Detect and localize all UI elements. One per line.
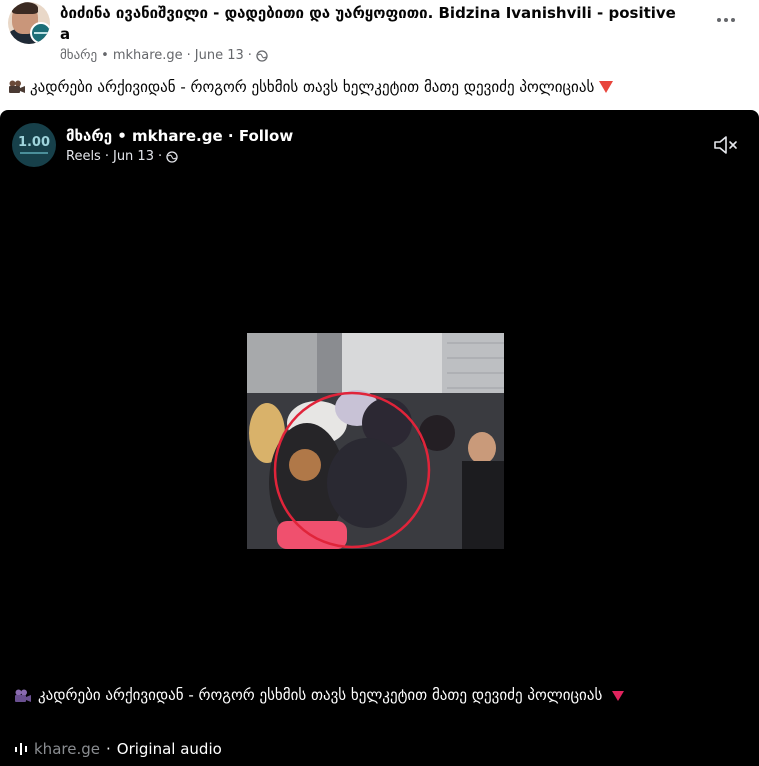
audio-info[interactable]: khare.ge · Original audio bbox=[14, 740, 222, 758]
speaker-muted-icon[interactable] bbox=[713, 134, 739, 156]
post-title[interactable]: ბიძინა ივანიშვილი - დადებითი და უარყოფით… bbox=[60, 3, 680, 45]
reel-account-name[interactable]: მხარე • mkhare.ge bbox=[66, 127, 223, 145]
movie-camera-icon bbox=[15, 689, 31, 702]
reel-date[interactable]: Jun 13 bbox=[113, 149, 154, 164]
post-source[interactable]: mkhare.ge bbox=[113, 48, 183, 63]
reel-account-line: მხარე • mkhare.ge · Follow bbox=[66, 127, 294, 145]
more-icon bbox=[717, 18, 721, 22]
reel-meta: Reels · Jun 13 · bbox=[66, 149, 178, 164]
follow-button[interactable]: Follow bbox=[239, 127, 293, 145]
post-meta: მხარე • mkhare.ge · June 13 · bbox=[60, 48, 268, 63]
post-caption-text: კადრები არქივიდან - როგორ ესხმის თავს ხე… bbox=[30, 78, 595, 96]
video-frame[interactable] bbox=[247, 333, 504, 549]
video-thumbnail bbox=[247, 333, 504, 549]
post-date[interactable]: June 13 bbox=[195, 48, 244, 63]
reel-caption: კადრები არქივიდან - როგორ ესხმის თავს ხე… bbox=[14, 683, 654, 707]
page-badge-icon bbox=[30, 22, 50, 44]
reel-avatar[interactable]: 1.00 bbox=[12, 123, 56, 167]
reel-player[interactable]: 1.00 მხარე • mkhare.ge · Follow Reels · … bbox=[0, 110, 759, 766]
audio-source[interactable]: khare.ge bbox=[34, 740, 100, 758]
audio-label[interactable]: Original audio bbox=[117, 740, 222, 758]
audio-bars-icon bbox=[15, 743, 27, 755]
reel-section[interactable]: Reels bbox=[66, 149, 101, 164]
page-avatar[interactable] bbox=[8, 2, 50, 44]
globe-icon bbox=[166, 150, 178, 163]
post-header: ბიძინა ივანიშვილი - დადებითი და უარყოფით… bbox=[0, 0, 759, 70]
red-triangle-icon bbox=[599, 81, 614, 93]
reel-caption-text: კადრები არქივიდან - როგორ ესხმის თავს ხე… bbox=[38, 686, 603, 704]
post-caption: კადრები არქივიდან - როგორ ესხმის თავს ხე… bbox=[8, 77, 614, 97]
movie-camera-icon bbox=[9, 80, 25, 93]
red-triangle-icon bbox=[612, 690, 625, 701]
globe-icon bbox=[256, 49, 268, 62]
post-author[interactable]: მხარე bbox=[60, 48, 97, 63]
more-options-button[interactable] bbox=[710, 8, 742, 32]
